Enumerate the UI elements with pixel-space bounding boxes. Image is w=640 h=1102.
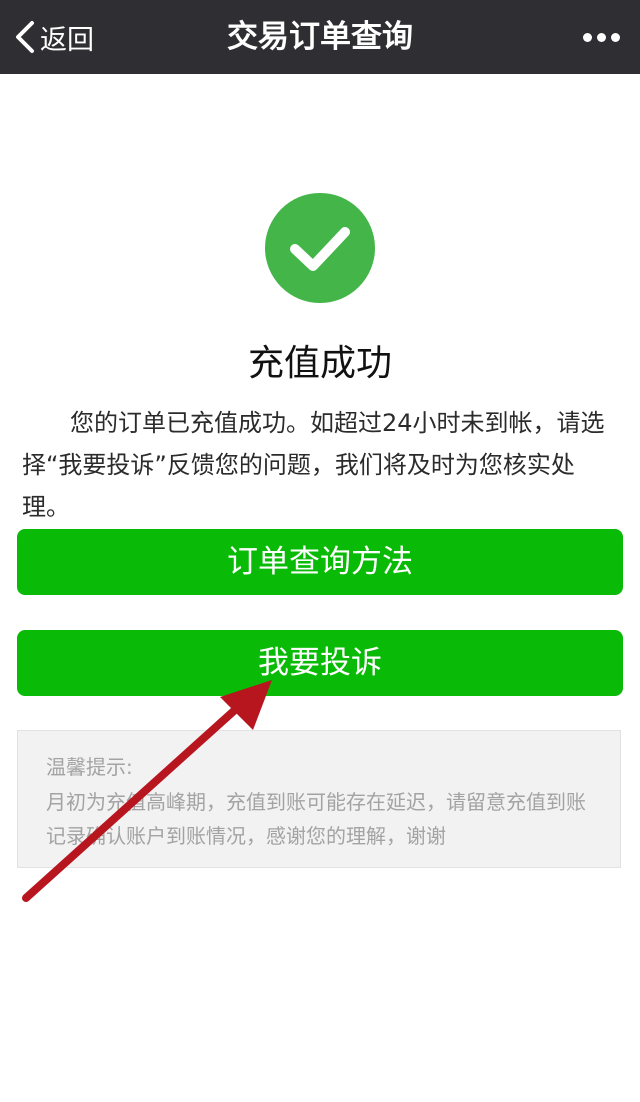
tips-title: 温馨提示: xyxy=(46,755,133,779)
complain-button[interactable]: 我要投诉 xyxy=(17,630,623,696)
tips-box: 温馨提示: 月初为充值高峰期，充值到账可能存在延迟，请留意充值到账记录确认账户到… xyxy=(17,730,621,868)
page-title: 交易订单查询 xyxy=(227,19,413,55)
order-query-page: 返回 交易订单查询 充值成功 您的订单已充值成功。如超过24小时未到帐，请选择“… xyxy=(0,0,640,1102)
back-label: 返回 xyxy=(40,24,94,56)
top-navbar: 返回 交易订单查询 xyxy=(0,0,640,74)
chevron-left-icon xyxy=(14,20,36,54)
order-query-method-button[interactable]: 订单查询方法 xyxy=(17,529,623,595)
checkmark-circle-icon xyxy=(265,193,375,303)
back-button[interactable]: 返回 xyxy=(14,0,94,74)
success-title: 充值成功 xyxy=(247,343,392,384)
more-dots-icon[interactable] xyxy=(578,0,620,74)
success-description: 您的订单已充值成功。如超过24小时未到帐，请选择“我要投诉”反馈您的问题，我们将… xyxy=(22,409,605,521)
tips-body: 月初为充值高峰期，充值到账可能存在延迟，请留意充值到账记录确认账户到账情况，感谢… xyxy=(46,790,586,848)
